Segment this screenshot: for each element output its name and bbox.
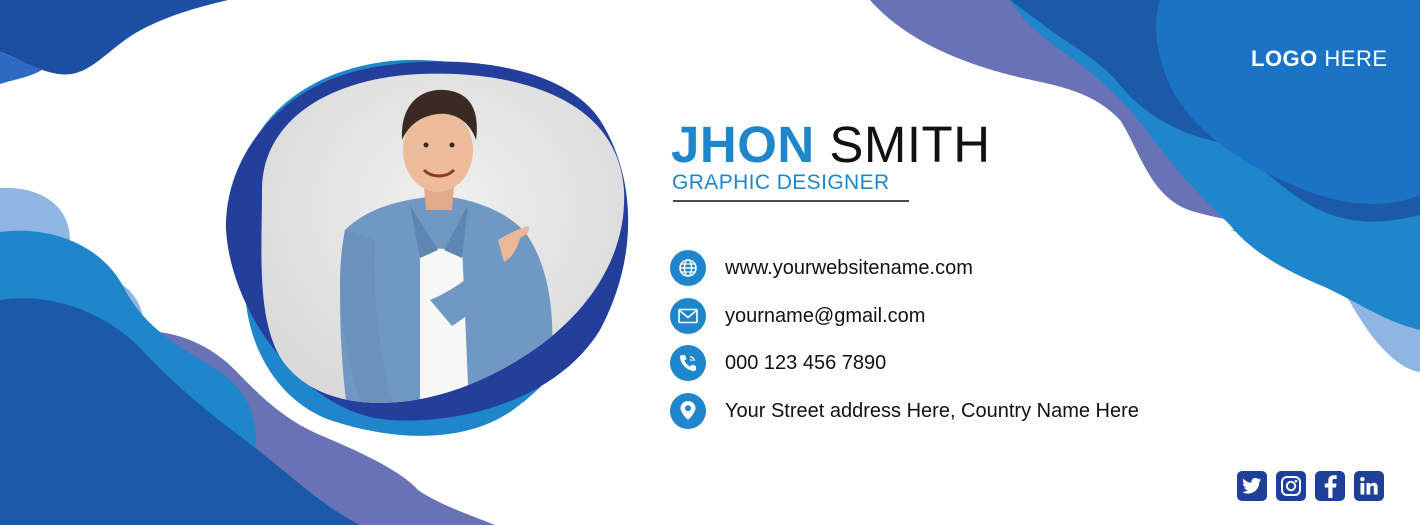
location-pin-icon xyxy=(670,393,706,429)
phone-icon xyxy=(670,345,706,381)
facebook-icon[interactable] xyxy=(1315,471,1345,501)
title-underline xyxy=(673,200,909,202)
logo-placeholder: LOGO HERE xyxy=(1251,46,1388,72)
address-text: Your Street address Here, Country Name H… xyxy=(725,399,1139,422)
instagram-icon[interactable] xyxy=(1276,471,1306,501)
linkedin-icon[interactable] xyxy=(1354,471,1384,501)
contact-website[interactable]: www.yourwebsitename.com xyxy=(670,250,973,286)
envelope-icon xyxy=(670,298,706,334)
top-left-wave xyxy=(0,0,228,75)
last-name: SMITH xyxy=(814,116,991,173)
email-text: yourname@gmail.com xyxy=(725,304,926,327)
twitter-icon[interactable] xyxy=(1237,471,1267,501)
globe-icon xyxy=(670,250,706,286)
phone-text: 000 123 456 7890 xyxy=(725,351,887,374)
contact-address[interactable]: Your Street address Here, Country Name H… xyxy=(670,393,1139,429)
first-name: JHON xyxy=(671,116,815,173)
contact-email[interactable]: yourname@gmail.com xyxy=(670,298,925,334)
contact-phone[interactable]: 000 123 456 7890 xyxy=(670,345,886,381)
logo-light-text: HERE xyxy=(1317,46,1388,71)
profile-photo xyxy=(261,73,625,403)
person-name: JHON SMITH xyxy=(671,115,991,175)
email-signature-banner: LOGO HERE JHON SMITH GRAPHIC DESIGNER ww… xyxy=(0,0,1420,525)
job-title: GRAPHIC DESIGNER xyxy=(672,171,890,194)
logo-bold-text: LOGO xyxy=(1251,46,1318,71)
website-text: www.yourwebsitename.com xyxy=(725,256,973,279)
